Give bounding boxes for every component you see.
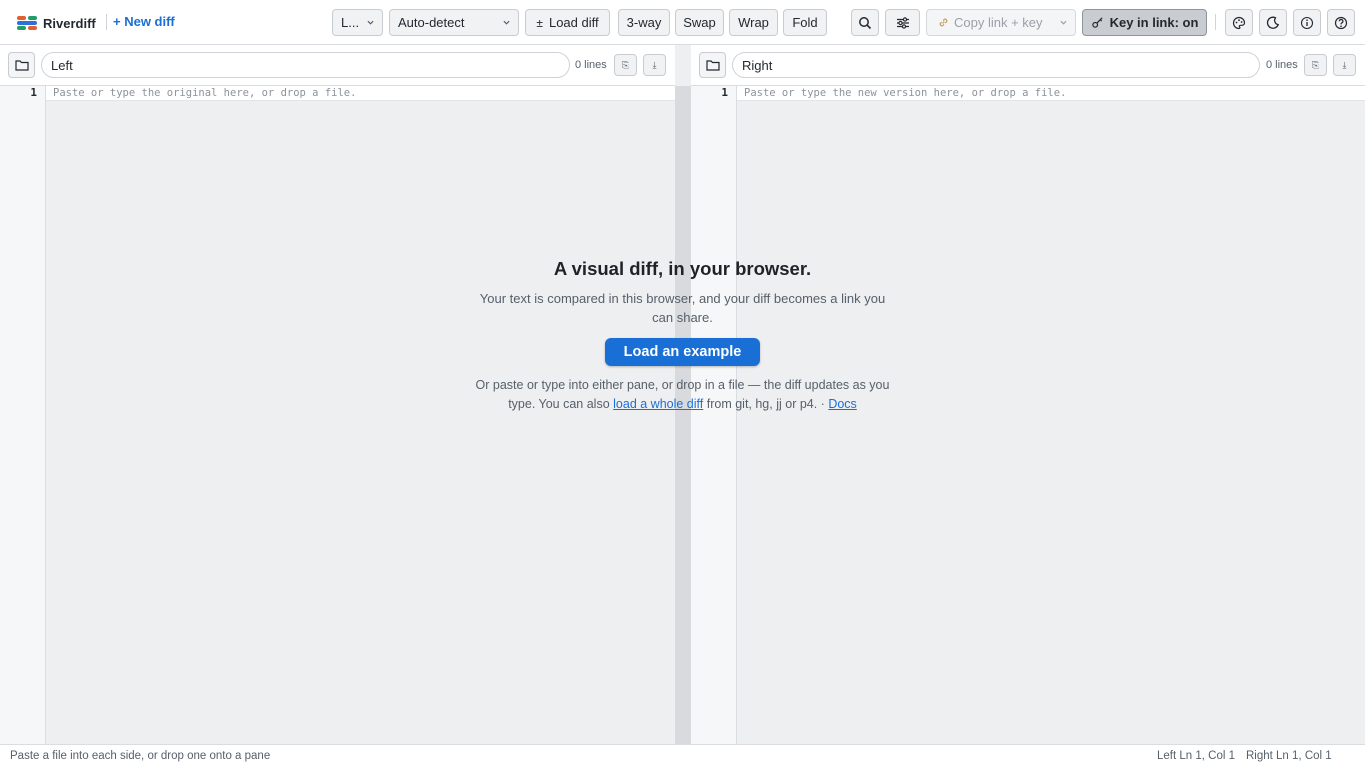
download-icon: ⤓ xyxy=(652,59,657,70)
chevron-down-icon xyxy=(367,20,374,25)
chevron-down-icon xyxy=(503,20,510,25)
left-copy-button[interactable]: ⎘ xyxy=(614,54,637,76)
docs-link[interactable]: Docs xyxy=(828,397,856,411)
welcome-subtitle: Your text is compared in this browser, a… xyxy=(479,291,886,325)
divider xyxy=(1215,14,1216,30)
link-icon xyxy=(939,18,948,27)
theme-button[interactable] xyxy=(1225,9,1253,36)
layout-select[interactable]: L... xyxy=(332,9,383,36)
right-open-file-button[interactable] xyxy=(699,52,726,78)
status-message: Paste a file into each side, or drop one… xyxy=(10,750,271,762)
right-code-line[interactable]: Paste or type the new version here, or d… xyxy=(737,86,1365,101)
right-download-button[interactable]: ⤓ xyxy=(1333,54,1356,76)
language-select-value: Auto-detect xyxy=(398,15,465,30)
key-in-link-label: Key in link: on xyxy=(1109,15,1199,30)
chevron-down-icon xyxy=(1060,20,1067,25)
load-whole-diff-link[interactable]: load a whole diff xyxy=(613,397,703,411)
load-diff-label: Load diff xyxy=(548,15,599,30)
left-placeholder: Paste or type the original here, or drop… xyxy=(53,87,357,99)
load-diff-button[interactable]: ± Load diff xyxy=(525,9,610,36)
wrap-button[interactable]: Wrap xyxy=(729,9,778,36)
left-cursor-position: Left Ln 1, Col 1 xyxy=(1157,750,1235,762)
divider xyxy=(106,14,107,30)
palette-icon xyxy=(1232,16,1246,29)
copy-icon: ⎘ xyxy=(1311,59,1320,70)
info-icon xyxy=(1300,16,1314,29)
key-icon xyxy=(1091,17,1103,28)
left-line-count: 0 lines xyxy=(575,59,607,71)
folder-icon xyxy=(705,60,720,71)
top-toolbar: Riverdiff + New diff L... Auto-detect ± … xyxy=(0,0,1365,45)
right-gutter: 1 xyxy=(691,86,737,744)
status-bar: Paste a file into each side, or drop one… xyxy=(0,744,1365,768)
new-diff-link[interactable]: + New diff xyxy=(113,14,175,29)
fold-button[interactable]: Fold xyxy=(783,9,827,36)
copy-link-label: Copy link + key xyxy=(954,15,1043,30)
left-file-bar: 0 lines ⎘ ⤓ xyxy=(0,45,675,86)
swap-button[interactable]: Swap xyxy=(675,9,724,36)
left-name-input[interactable] xyxy=(41,52,570,78)
welcome-title: A visual diff, in your browser. xyxy=(553,258,812,279)
layout-select-value: L... xyxy=(341,15,360,30)
plus-minus-icon: ± xyxy=(536,15,543,30)
folder-icon xyxy=(14,60,29,71)
line-number: 1 xyxy=(30,86,37,99)
welcome-panel: A visual diff, in your browser. Your tex… xyxy=(462,258,903,414)
hint-text: from git, hg, jj or p4. · xyxy=(703,397,829,411)
left-open-file-button[interactable] xyxy=(8,52,35,78)
left-download-button[interactable]: ⤓ xyxy=(643,54,666,76)
help-button[interactable] xyxy=(1327,9,1355,36)
settings-button[interactable] xyxy=(885,9,920,36)
load-example-button[interactable]: Load an example xyxy=(604,338,761,366)
search-button[interactable] xyxy=(851,9,879,36)
copy-link-button[interactable]: Copy link + key xyxy=(926,9,1076,36)
language-select[interactable]: Auto-detect xyxy=(389,9,519,36)
moon-icon xyxy=(1266,16,1280,29)
help-icon xyxy=(1334,16,1348,29)
copy-icon: ⎘ xyxy=(621,59,630,70)
right-editor[interactable]: 1 Paste or type the new version here, or… xyxy=(691,86,1365,744)
pane-splitter[interactable] xyxy=(675,86,691,744)
app-name: Riverdiff xyxy=(43,15,96,31)
left-gutter: 1 xyxy=(0,86,46,744)
line-number: 1 xyxy=(721,86,728,99)
welcome-hint: Or paste or type into either pane, or dr… xyxy=(462,376,903,414)
riverdiff-logo-icon xyxy=(17,16,37,30)
about-button[interactable] xyxy=(1293,9,1321,36)
brand[interactable]: Riverdiff xyxy=(17,13,96,33)
right-file-bar: 0 lines ⎘ ⤓ xyxy=(691,45,1365,86)
right-cursor-position: Right Ln 1, Col 1 xyxy=(1246,750,1332,762)
key-in-link-toggle[interactable]: Key in link: on xyxy=(1082,9,1207,36)
search-icon xyxy=(859,16,872,29)
download-icon: ⤓ xyxy=(1342,59,1347,70)
sliders-icon xyxy=(896,16,909,29)
right-placeholder: Paste or type the new version here, or d… xyxy=(744,87,1067,99)
right-copy-button[interactable]: ⎘ xyxy=(1304,54,1327,76)
right-line-count: 0 lines xyxy=(1266,59,1298,71)
three-way-button[interactable]: 3-way xyxy=(618,9,670,36)
left-code-line[interactable]: Paste or type the original here, or drop… xyxy=(46,86,675,101)
right-name-input[interactable] xyxy=(732,52,1260,78)
dark-mode-button[interactable] xyxy=(1259,9,1287,36)
left-editor[interactable]: 1 Paste or type the original here, or dr… xyxy=(0,86,675,744)
